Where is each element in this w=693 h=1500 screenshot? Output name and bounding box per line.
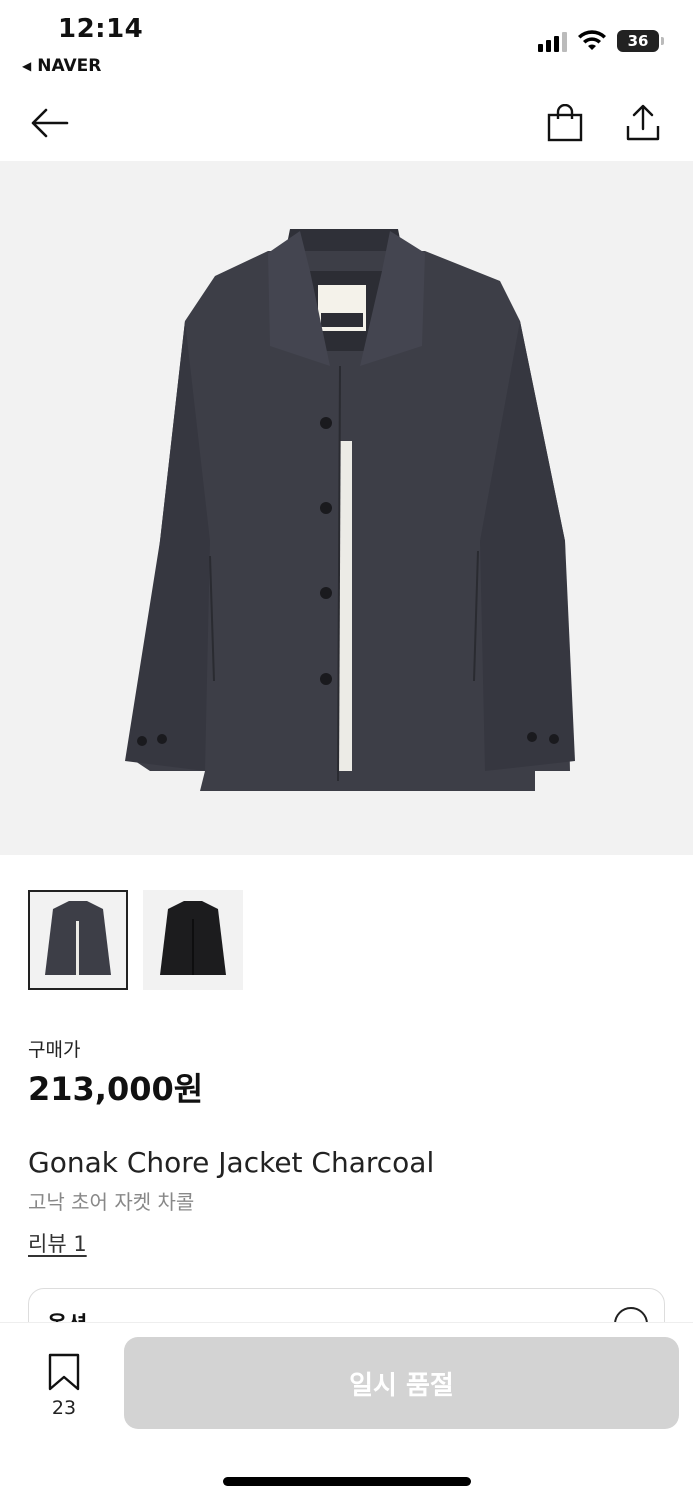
back-to-app-link[interactable]: ◀ NAVER [22, 56, 101, 76]
cellular-signal-icon [538, 30, 567, 52]
jacket-image [125, 229, 575, 791]
cart-button[interactable] [541, 99, 589, 147]
top-navigation [0, 85, 693, 161]
back-button[interactable] [25, 99, 73, 147]
status-time: 12:14 [58, 14, 144, 44]
soldout-button[interactable]: 일시 품절 [124, 1337, 679, 1429]
battery-indicator: 36 [617, 30, 664, 52]
thumbnail-black[interactable] [143, 890, 243, 990]
thumbnail-strip [28, 890, 243, 990]
back-triangle-icon: ◀ [22, 59, 32, 73]
home-indicator[interactable] [223, 1477, 471, 1486]
price-value: 213,000원 [28, 1070, 204, 1108]
status-bar: 12:14 ◀ NAVER 36 [0, 0, 693, 80]
shopping-bag-icon [547, 104, 583, 142]
bookmark-icon [48, 1353, 80, 1391]
jacket-thumbnail-charcoal [45, 901, 111, 975]
bottom-action-bar: 23 일시 품절 [0, 1322, 693, 1500]
review-link[interactable]: 리뷰 1 [28, 1228, 87, 1258]
back-app-label: NAVER [37, 56, 102, 76]
price-label: 구매가 [28, 1039, 81, 1061]
arrow-left-icon [31, 108, 69, 138]
wifi-icon [578, 30, 606, 50]
product-main-image[interactable] [0, 161, 693, 855]
share-button[interactable] [619, 99, 667, 147]
product-name-en: Gonak Chore Jacket Charcoal [28, 1146, 435, 1179]
jacket-thumbnail-black [160, 901, 226, 975]
wishlist-button[interactable]: 23 [40, 1353, 88, 1419]
system-icons: 36 [538, 30, 664, 52]
thumbnail-charcoal[interactable] [28, 890, 128, 990]
product-name-ko: 고낙 초어 자켓 차콜 [28, 1190, 195, 1214]
share-icon [626, 104, 660, 141]
wishlist-count: 23 [51, 1397, 77, 1419]
